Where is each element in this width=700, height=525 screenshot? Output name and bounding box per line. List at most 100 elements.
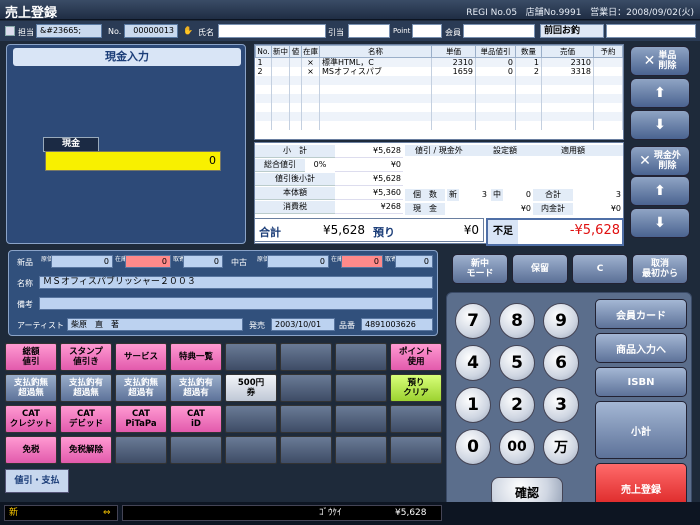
pad-empty[interactable] [280,374,332,402]
sogo-nebiki-row[interactable]: 総合値引 0% ¥0 [255,159,403,172]
pad-empty[interactable] [115,436,167,464]
pad-empty[interactable] [390,436,442,464]
pad-0-7[interactable]: ポイント 使用 [390,343,442,371]
chuko-zaiko: 0 [341,255,383,268]
pad-0-0[interactable]: 総額 値引 [5,343,57,371]
shinchu-mode-button[interactable]: 新中 モード [452,254,508,284]
pad-3-0[interactable]: 免税 [5,436,57,464]
key-6[interactable]: 6 [543,345,579,381]
arrow-down-button[interactable]: ⬇ [630,110,690,140]
delete-item-button[interactable]: ✕ 単品 削除 [630,46,690,76]
key-1[interactable]: 1 [455,387,491,423]
hikiate-field[interactable] [348,24,390,38]
no-field[interactable]: 00000013 [124,24,178,38]
arrow-up-button[interactable]: ⬆ [630,78,690,108]
pad-empty[interactable] [225,343,277,371]
delete-noncash-button[interactable]: ✕ 現金外 削除 [630,146,690,176]
pad-2-1[interactable]: CAT デビッド [60,405,112,433]
shinpin-zaiko: 0 [125,255,171,268]
isbn-button[interactable]: ISBN [595,367,687,397]
shortage-box: 不足 -¥5,628 [486,218,624,246]
chuko-genka[interactable]: 0 [267,255,329,268]
name-label: 氏名 [198,28,214,37]
pad-empty[interactable] [335,436,387,464]
pad-2-3[interactable]: CAT iD [170,405,222,433]
shinpin-toriyose[interactable]: 0 [183,255,223,268]
shinpin-genka[interactable]: 0 [51,255,113,268]
hontai-row: 本体額 ¥5,360 [255,187,403,200]
tanto-checkbox[interactable] [5,26,15,36]
hand-icon: ✋ [183,26,193,35]
pad-empty[interactable] [225,436,277,464]
pad-1-3[interactable]: 支払釣有 超過有 [170,374,222,402]
pad-empty[interactable] [280,436,332,464]
key-00[interactable]: 00 [499,429,535,465]
subtotal-button[interactable]: 小計 [595,401,687,459]
product-name: ＭＳオフィスパブリッシャー２００３ [39,276,433,289]
pad-empty[interactable] [335,374,387,402]
pad-3-1[interactable]: 免税解除 [60,436,112,464]
name-field[interactable] [218,24,326,38]
hikiate-label: 引当 [328,28,344,37]
discount-header: 値引 / 現金外 設定額 適用額 [405,145,623,156]
prev-change-label: 前回お釣 [540,24,604,38]
pad-empty[interactable] [280,343,332,371]
pad-1-2[interactable]: 支払釣無 超過有 [115,374,167,402]
point-field[interactable] [412,24,442,38]
key-man[interactable]: 万 [543,429,579,465]
tanto-field[interactable]: &#23665; [36,24,102,38]
arrow-down-button-2[interactable]: ⬇ [630,208,690,238]
pad-empty[interactable] [280,405,332,433]
key-4[interactable]: 4 [455,345,491,381]
arrow-down-icon: ⬇ [654,215,666,231]
key-3[interactable]: 3 [543,387,579,423]
remarks-field[interactable] [39,297,433,310]
tab-nebiki-shiharai[interactable]: 値引・支払 [5,469,69,493]
total-value: ¥5,628 [323,223,365,237]
key-2[interactable]: 2 [499,387,535,423]
cash-label: 現金 [43,137,99,152]
member-card-button[interactable]: 会員カード [595,299,687,329]
cash-row: 現 金 ¥0 内金計 ¥0 [405,203,623,215]
pad-1-4[interactable]: 500円 券 [225,374,277,402]
key-7[interactable]: 7 [455,303,491,339]
pad-empty[interactable] [390,405,442,433]
pad-0-1[interactable]: スタンプ 値引き [60,343,112,371]
total-bar: 合計 ¥5,628 預り ¥0 [254,218,484,242]
item-grid[interactable]: No. 新中値在庫 名称 単価 単品値引 数量 売価 予約 1 × 標準HTML，C 2310 0 1 2… [254,44,624,140]
table-row[interactable]: 1 × 標準HTML，C 2310 0 1 2310 [255,57,623,67]
tax-row: 消費税 ¥268 [255,201,403,214]
prev-change-field [606,24,696,38]
pad-1-7[interactable]: 預り クリア [390,374,442,402]
key-0[interactable]: 0 [455,429,491,465]
pad-1-1[interactable]: 支払釣有 超過無 [60,374,112,402]
pad-1-0[interactable]: 支払釣無 超過無 [5,374,57,402]
window-title: 売上登録 [5,6,58,21]
pad-0-3[interactable]: 特典一覧 [170,343,222,371]
cancel-restart-button[interactable]: 取消 最初から [632,254,688,284]
pad-empty[interactable] [170,436,222,464]
key-8[interactable]: 8 [499,303,535,339]
pad-2-0[interactable]: CAT クレジット [5,405,57,433]
pad-empty[interactable] [335,343,387,371]
key-5[interactable]: 5 [499,345,535,381]
clear-button[interactable]: C [572,254,628,284]
pad-2-2[interactable]: CAT PiTaPa [115,405,167,433]
hold-button[interactable]: 保留 [512,254,568,284]
pad-empty[interactable] [225,405,277,433]
pad-empty[interactable] [335,405,387,433]
pad-0-2[interactable]: サービス [115,343,167,371]
header-row: 担当 &#23665; No. 00000013 ✋ 氏名 引当 Point 会… [0,21,700,41]
key-9[interactable]: 9 [543,303,579,339]
cash-input[interactable]: 0 [45,151,221,171]
cash-panel: 現金入力 現金 0 [6,44,246,244]
chuko-toriyose[interactable]: 0 [395,255,433,268]
point-label: Point [393,27,411,35]
cash-panel-title: 現金入力 [13,48,241,66]
arrow-up-button-2[interactable]: ⬆ [630,176,690,206]
tanto-label: 担当 [18,28,34,37]
table-row[interactable]: 2 × MSオフィスパブ 1659 0 2 3318 [255,67,623,76]
kaiin-field[interactable] [463,24,535,38]
product-input-button[interactable]: 商品入力へ [595,333,687,363]
function-pad: 総額 値引 スタンプ 値引き サービス 特典一覧 ポイント 使用 支払釣無 超過… [5,343,445,493]
